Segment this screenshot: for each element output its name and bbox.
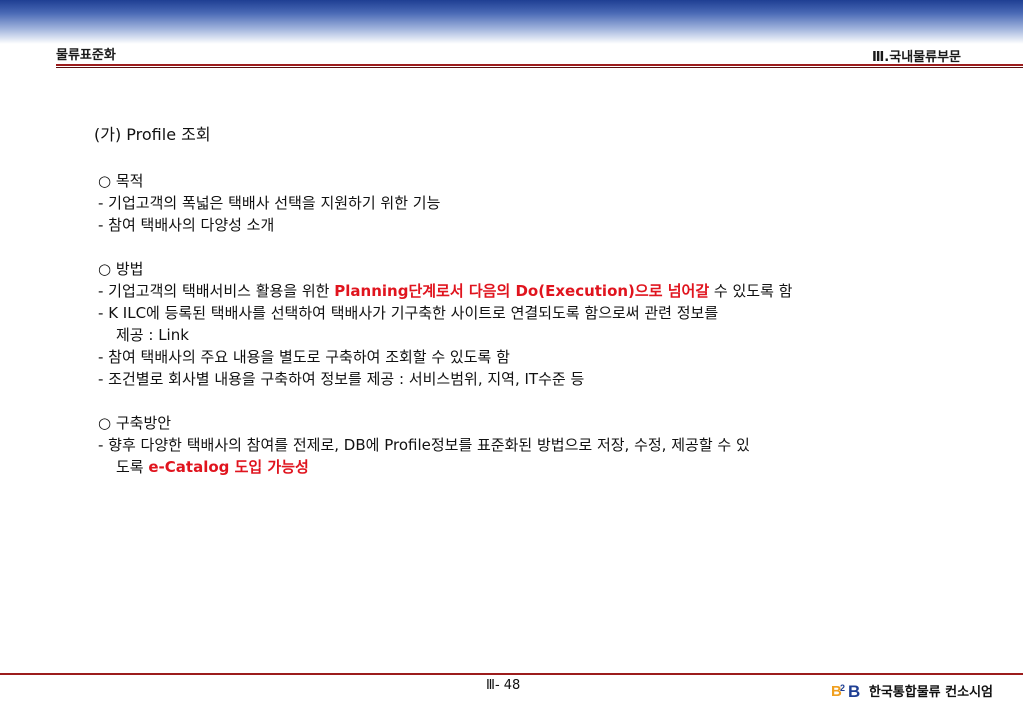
method-item-1-text: - 기업고객의 택배서비스 활용을 위한 xyxy=(98,282,335,300)
footer-brand: B 2 B 한국통합물류 컨소시엄 xyxy=(831,680,993,700)
method-item-2: - K ILC에 등록된 택배사를 선택하여 택배사가 기구축한 사이트로 연결… xyxy=(98,302,998,324)
organization-name: 한국통합물류 컨소시엄 xyxy=(868,684,993,700)
purpose-heading: ○ 목적 xyxy=(98,172,144,190)
purpose-item-1: - 기업고객의 폭넓은 택배사 선택을 지원하기 위한 기능 xyxy=(98,194,441,212)
svg-text:B: B xyxy=(848,682,860,700)
b2b-logo-icon: B 2 B xyxy=(831,682,860,700)
header-left-title: 물류표준화 xyxy=(56,48,116,63)
svg-text:2: 2 xyxy=(840,683,845,693)
plan-item-1: - 향후 다양한 택배사의 참여를 전제로, DB에 Profile정보를 표준… xyxy=(98,436,750,454)
method-item-2-text: 에 등록된 택배사를 선택하여 택배사가 기구축한 사이트로 연결되도록 함으로… xyxy=(146,304,719,322)
header-gradient-bar xyxy=(0,0,1023,44)
footer-divider xyxy=(0,673,1023,675)
method-item-4: - 조건별로 회사별 내용을 구축하여 정보를 제공 : 서비스범위, 지역, … xyxy=(98,370,585,388)
plan-item-1-highlight: e-Catalog 도입 가능성 xyxy=(148,458,309,476)
section-title: (가) Profile 조회 xyxy=(94,125,211,144)
method-item-1: - 기업고객의 택배서비스 활용을 위한 Planning단계로서 다음의 Do… xyxy=(98,280,998,302)
method-item-2-kilc: K ILC xyxy=(108,304,147,322)
slide-body: ○ 목적 - 기업고객의 폭넓은 택배사 선택을 지원하기 위한 기능 - 참여… xyxy=(98,170,998,478)
plan-heading: ○ 구축방안 xyxy=(98,414,172,432)
method-item-2-dash: - xyxy=(98,304,109,322)
method-item-2-continued: 제공 : Link xyxy=(116,326,189,344)
method-item-3: - 참여 택배사의 주요 내용을 별도로 구축하여 조회할 수 있도록 함 xyxy=(98,348,510,366)
method-item-1-highlight: Planning단계로서 다음의 Do(Execution)으로 넘어갈 xyxy=(334,282,710,300)
plan-item-1-continued: 도록 e-Catalog 도입 가능성 xyxy=(98,456,998,478)
header-divider-thin xyxy=(56,67,1023,68)
plan-item-1-text: 도록 xyxy=(116,458,149,476)
header-right-title: Ⅲ.국내물류부문 xyxy=(872,50,961,65)
purpose-item-2: - 참여 택배사의 다양성 소개 xyxy=(98,216,275,234)
method-heading: ○ 방법 xyxy=(98,260,144,278)
page-number: Ⅲ- 48 xyxy=(486,678,521,693)
method-item-1-tail: 수 있도록 함 xyxy=(709,282,793,300)
header-divider xyxy=(56,64,1023,66)
